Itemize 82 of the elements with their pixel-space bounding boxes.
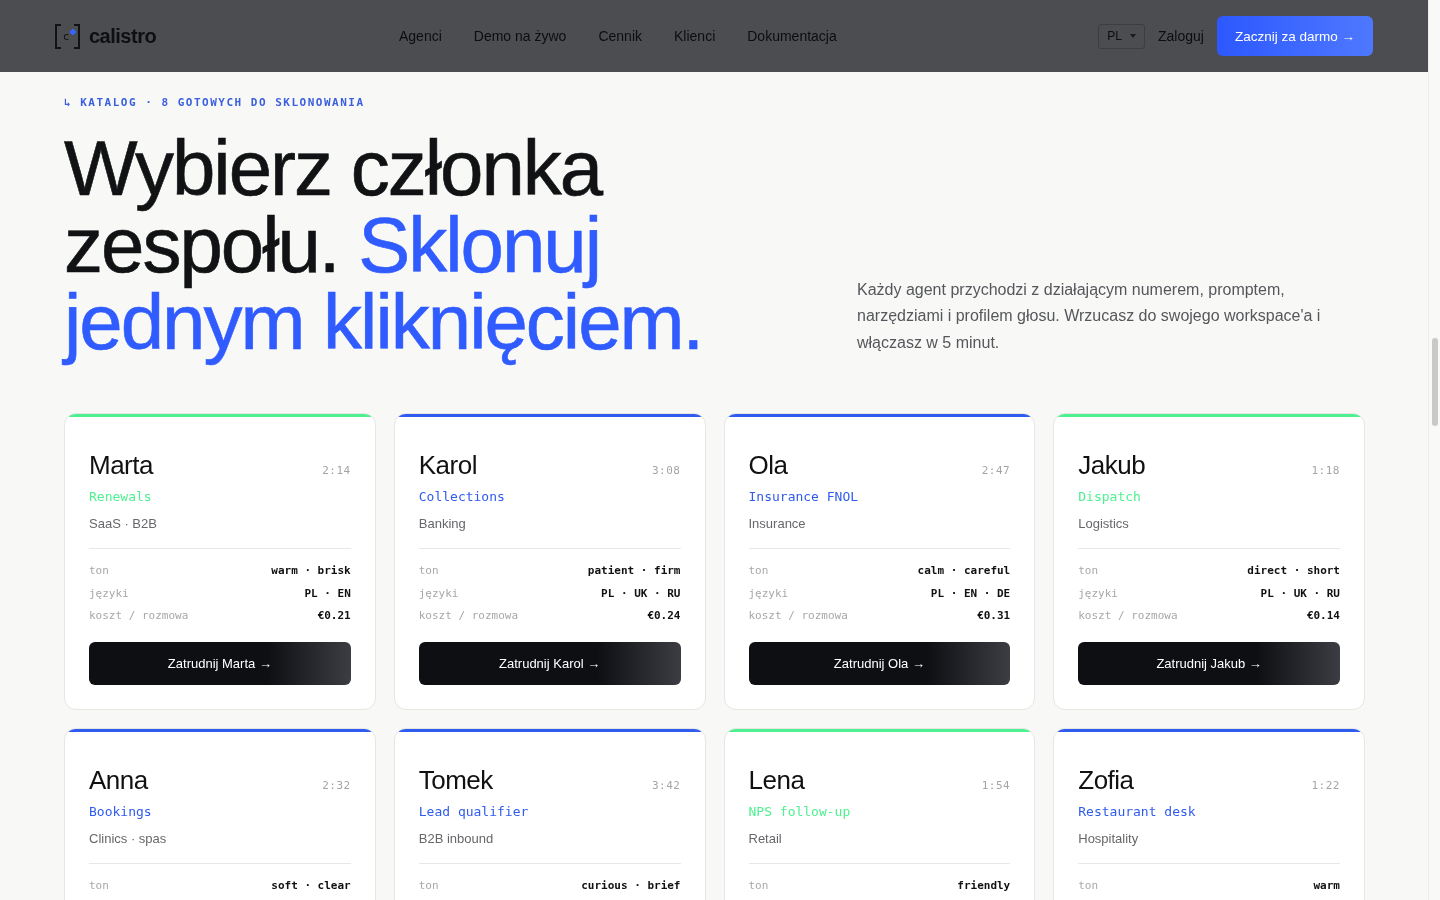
industry-label: B2B inbound xyxy=(418,829,494,848)
spec-label: języki xyxy=(418,585,459,602)
duration-text: 1:18 xyxy=(1311,464,1340,477)
industry-label: Clinics · spas xyxy=(89,829,167,848)
duration-text: 3:08 xyxy=(652,464,681,477)
spec-label: ton xyxy=(418,563,439,579)
spec-label: ton xyxy=(418,877,439,894)
spec-label: koszt / rozmowa xyxy=(418,608,519,624)
nav-link[interactable]: Klienci xyxy=(674,28,716,44)
spec-label: koszt / rozmowa xyxy=(1078,608,1178,624)
spec-value: €0.31 xyxy=(977,608,1011,624)
role-label: Collections xyxy=(418,488,505,506)
spec-value: €0.14 xyxy=(1306,608,1340,624)
spec-label: języki xyxy=(89,585,129,602)
industry-label: Insurance xyxy=(748,515,806,533)
spec-value: curious · brief xyxy=(581,877,681,894)
nav-link[interactable]: Agenci xyxy=(399,28,442,44)
agent-name: Karol xyxy=(418,450,477,480)
spec-value: €0.24 xyxy=(647,608,681,624)
caret-icon xyxy=(1129,34,1136,38)
spec-value: PL · EN xyxy=(304,585,351,602)
spec-label: ton xyxy=(89,877,109,894)
agent-name: Jakub xyxy=(1078,450,1146,480)
spec-value: soft · clear xyxy=(271,877,351,894)
industry-label: Logistics xyxy=(1078,515,1129,533)
spec-label: ton xyxy=(1078,877,1099,894)
duration-text: 1:22 xyxy=(1311,778,1340,792)
duration-text: 1:54 xyxy=(981,778,1011,792)
industry-label: Retail xyxy=(748,829,782,848)
spec-value: €0.21 xyxy=(317,608,351,624)
spec-value: calm · careful xyxy=(917,563,1011,579)
hire-button[interactable]: Zatrudnij Karol → xyxy=(418,641,681,685)
agent-name: Anna xyxy=(89,764,148,795)
intro-paragraph: Każdy agent przychodzi z działającym numerem, promptem, narzędziami i profilem głosu. Wrzucasz do swojego workspace'a i włączasz w 5 minut. xyxy=(857,279,1322,353)
duration-text: 2:47 xyxy=(981,464,1011,477)
scrollbar-thumb[interactable] xyxy=(1432,338,1438,426)
industry-label: SaaS · B2B xyxy=(89,515,157,533)
spec-label: ton xyxy=(748,563,769,579)
role-label: Restaurant desk xyxy=(1078,802,1196,821)
spec-label: języki xyxy=(748,585,789,602)
agent-name: Zofia xyxy=(1078,764,1134,795)
spec-value: PL · EN · DE xyxy=(930,585,1011,602)
nav-link[interactable]: Demo na żywo xyxy=(473,28,567,44)
spec-value: warm · brisk xyxy=(271,563,351,579)
spec-value: direct · short xyxy=(1247,563,1340,579)
nav-link[interactable]: Dokumentacja xyxy=(747,28,837,44)
spec-label: ton xyxy=(748,877,769,894)
brand-name: calistro xyxy=(89,24,157,48)
role-label: NPS follow-up xyxy=(748,802,851,821)
logo-mark: c xyxy=(55,23,80,49)
industry-label: Hospitality xyxy=(1078,829,1139,848)
spec-label: koszt / rozmowa xyxy=(748,608,848,624)
spec-value: patient · firm xyxy=(587,563,681,579)
agent-name: Marta xyxy=(89,450,153,480)
spec-value: warm xyxy=(1313,877,1340,894)
hire-button[interactable]: Zatrudnij Jakub → xyxy=(1078,641,1340,685)
spec-value: friendly xyxy=(957,877,1011,894)
role-label: Insurance FNOL xyxy=(748,488,859,506)
spec-value: PL · UK · RU xyxy=(601,585,681,602)
login-link[interactable]: Zaloguj xyxy=(1158,28,1204,44)
hire-button[interactable]: Zatrudnij Marta → xyxy=(89,641,351,685)
eyebrow-label: ↳ KATALOG · 8 GOTOWYCH DO SKLONOWANIA xyxy=(64,96,366,110)
role-label: Renewals xyxy=(89,488,152,506)
duration-text: 2:32 xyxy=(322,778,351,792)
signup-button[interactable]: Zacznij za darmo → xyxy=(1216,16,1373,56)
role-label: Bookings xyxy=(89,802,152,821)
spec-label: ton xyxy=(1078,563,1099,579)
duration-text: 3:42 xyxy=(652,778,681,792)
spec-label: koszt / rozmowa xyxy=(89,608,189,624)
spec-label: języki xyxy=(1078,585,1118,602)
spec-value: PL · UK · RU xyxy=(1260,585,1340,602)
duration-text: 2:14 xyxy=(322,464,351,477)
language-select[interactable]: PL xyxy=(1098,23,1146,49)
nav-link[interactable]: Cennik xyxy=(598,28,642,44)
agent-name: Tomek xyxy=(418,764,493,795)
role-label: Lead qualifier xyxy=(418,802,529,821)
hire-button[interactable]: Zatrudnij Ola → xyxy=(748,641,1011,685)
agent-name: Lena xyxy=(748,764,805,795)
industry-label: Banking xyxy=(418,515,466,533)
role-label: Dispatch xyxy=(1078,488,1141,506)
agent-name: Ola xyxy=(748,450,788,480)
spec-label: ton xyxy=(89,563,109,579)
